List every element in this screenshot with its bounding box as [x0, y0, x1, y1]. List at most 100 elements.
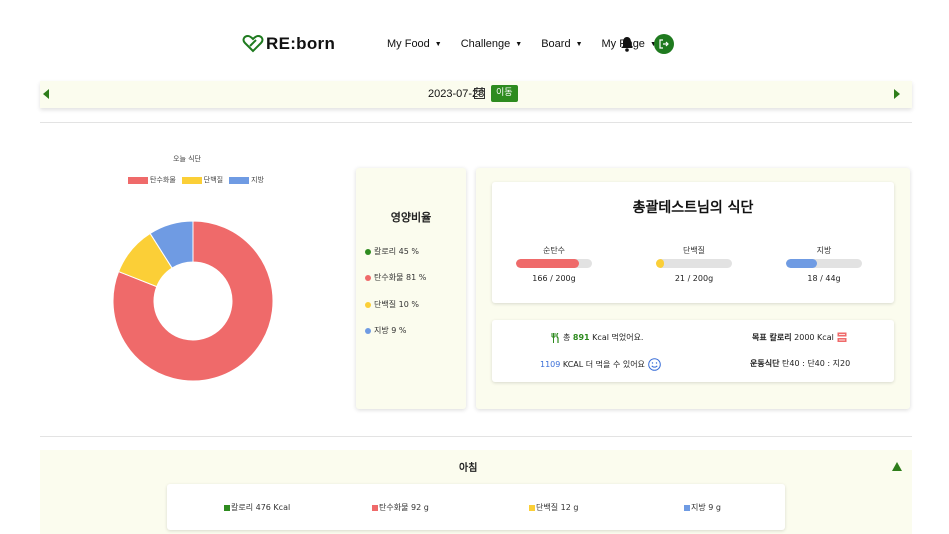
ratio-dot — [365, 301, 371, 308]
ratio-dot — [365, 248, 371, 255]
diet-type-label: 운동식단 — [750, 359, 780, 368]
caret-down-icon: ▼ — [515, 40, 523, 48]
goal-value: 2000 Kcal — [794, 333, 834, 342]
ratio-item: 지방 9 % — [365, 325, 407, 336]
ratio-item: 단백질 10 % — [365, 299, 419, 310]
fork-knife-icon — [551, 332, 559, 343]
ratio-label: 탄수화물 81 % — [374, 273, 427, 282]
header: RE:born My Food ▼ Challenge ▼ Board ▼ My Pa… — [0, 0, 949, 80]
ratio-label: 칼로리 45 % — [374, 247, 419, 256]
nav-board[interactable]: Board ▼ — [541, 38, 582, 50]
bell-icon[interactable] — [620, 36, 634, 52]
nutrient-square — [529, 504, 535, 511]
nutrient-square — [224, 504, 230, 511]
caret-down-icon: ▼ — [575, 40, 583, 48]
ratio-label: 단백질 10 % — [374, 300, 419, 309]
legend-label: 지방 — [251, 176, 264, 184]
next-date-arrow-icon[interactable] — [894, 89, 900, 99]
calorie-panel: 총 891 Kcal 먹었어요. 1109 KCAL 더 먹을 수 있어요 목표… — [492, 320, 894, 382]
breakfast-nutrient-card: 칼로리 476 Kcal 탄수화물 92 g 단백질 12 g 지방 9 g — [167, 484, 785, 530]
legend-label: 단백질 — [203, 176, 224, 184]
ratio-item: 칼로리 45 % — [365, 246, 419, 257]
diet-title: 총괄테스트님의 식단 — [632, 200, 754, 216]
progress-bar — [516, 259, 592, 268]
legend-label: 탄수화물 — [150, 176, 176, 184]
logout-icon — [659, 39, 669, 49]
collapse-arrow-icon[interactable] — [892, 462, 902, 471]
remaining-kcal-text: 1109 KCAL 더 먹을 수 있어요 — [540, 358, 661, 371]
progress-fill — [786, 259, 818, 268]
smile-icon — [648, 358, 661, 371]
nav-label: Challenge — [460, 38, 511, 50]
macro-name: 단백질 — [682, 246, 706, 255]
progress-fill — [516, 259, 580, 268]
move-button[interactable]: 이동 — [491, 85, 518, 102]
calendar-icon[interactable] — [474, 87, 485, 99]
nutrient-label: 단백질 12 g — [536, 503, 579, 512]
diet-summary-card: 총괄테스트님의 식단 순탄수 166 / 200g 단백질 21 / 200g … — [476, 168, 910, 409]
ratio-item: 탄수화물 81 % — [365, 272, 426, 283]
breakfast-carbs: 탄수화물 92 g — [372, 502, 429, 513]
logout-button[interactable] — [654, 34, 674, 54]
nutrient-label: 탄수화물 92 g — [379, 503, 429, 512]
nutrient-label: 칼로리 476 Kcal — [231, 503, 291, 512]
breakfast-section: 아침 칼로리 476 Kcal 탄수화물 92 g 단백질 12 g 지방 9 … — [40, 450, 912, 534]
macro-carbs: 순탄수 166 / 200g — [514, 245, 594, 283]
heart-logo-icon — [242, 35, 264, 53]
macro-protein: 단백질 21 / 200g — [654, 245, 734, 283]
eaten-prefix: 총 — [563, 333, 571, 342]
macro-name: 지방 — [816, 246, 832, 255]
prev-date-arrow-icon[interactable] — [43, 89, 49, 99]
breakfast-protein: 단백질 12 g — [529, 502, 578, 513]
legend-swatch — [128, 176, 148, 184]
progress-fill — [656, 259, 664, 268]
nav-challenge[interactable]: Challenge ▼ — [461, 38, 522, 50]
macro-value: 21 / 200g — [674, 274, 714, 283]
divider — [40, 122, 912, 123]
macro-value: 166 / 200g — [532, 274, 576, 283]
ratio-title: 영양비율 — [390, 211, 432, 224]
nutrient-square — [684, 504, 690, 511]
ratio-dot — [365, 274, 371, 281]
caret-down-icon: ▼ — [434, 40, 442, 48]
breakfast-calories: 칼로리 476 Kcal — [224, 502, 290, 513]
macro-progress-panel: 총괄테스트님의 식단 순탄수 166 / 200g 단백질 21 / 200g … — [492, 182, 894, 303]
goal-kcal-text: 목표 칼로리 2000 Kcal — [752, 332, 847, 343]
ratio-dot — [365, 327, 371, 334]
remaining-suffix: KCAL 더 먹을 수 있어요 — [562, 360, 645, 369]
diet-type-text: 운동식단 탄40 : 단40 : 지20 — [750, 358, 850, 369]
meal-section-title: 아침 — [459, 463, 478, 474]
diet-type-value: 탄40 : 단40 : 지20 — [782, 359, 851, 368]
ratio-label: 지방 9 % — [374, 326, 407, 335]
legend-swatch — [229, 176, 250, 184]
macro-name: 순탄수 — [542, 246, 566, 255]
breakfast-fat: 지방 9 g — [684, 502, 721, 513]
nutrient-label: 지방 9 g — [691, 503, 721, 512]
logo[interactable]: RE:born — [242, 34, 335, 54]
divider — [40, 436, 912, 437]
progress-bar — [786, 259, 862, 268]
progress-bar — [656, 259, 732, 268]
chart-legend: 탄수화물 단백질 지방 — [128, 175, 270, 185]
macro-value: 18 / 44g — [807, 274, 841, 283]
goal-label: 목표 칼로리 — [752, 333, 792, 342]
logo-text: RE:born — [266, 34, 336, 53]
edit-goal-icon[interactable] — [837, 332, 847, 343]
date-bar: 2023-07-28 이동 — [40, 81, 912, 108]
eaten-suffix: Kcal 먹었어요. — [592, 333, 644, 342]
nutrient-square — [372, 504, 378, 511]
legend-item[interactable]: 단백질 — [181, 175, 224, 185]
legend-swatch — [181, 176, 202, 184]
macro-fat: 지방 18 / 44g — [784, 245, 864, 283]
legend-item[interactable]: 탄수화물 — [128, 175, 176, 185]
chart-title: 오늘 식단 — [173, 155, 201, 163]
legend-item[interactable]: 지방 — [229, 175, 264, 185]
donut-chart — [112, 220, 274, 382]
nav-label: My Food — [387, 38, 430, 50]
eaten-kcal-text: 총 891 Kcal 먹었어요. — [551, 332, 643, 343]
remaining-kcal-value: 1109 — [540, 360, 561, 369]
nav-label: Board — [541, 38, 571, 50]
nutrition-ratio-card: 영양비율 칼로리 45 % 탄수화물 81 % 단백질 10 % 지방 9 % — [356, 168, 466, 409]
nav-my-food[interactable]: My Food ▼ — [387, 38, 442, 50]
eaten-kcal-value: 891 — [572, 333, 590, 342]
